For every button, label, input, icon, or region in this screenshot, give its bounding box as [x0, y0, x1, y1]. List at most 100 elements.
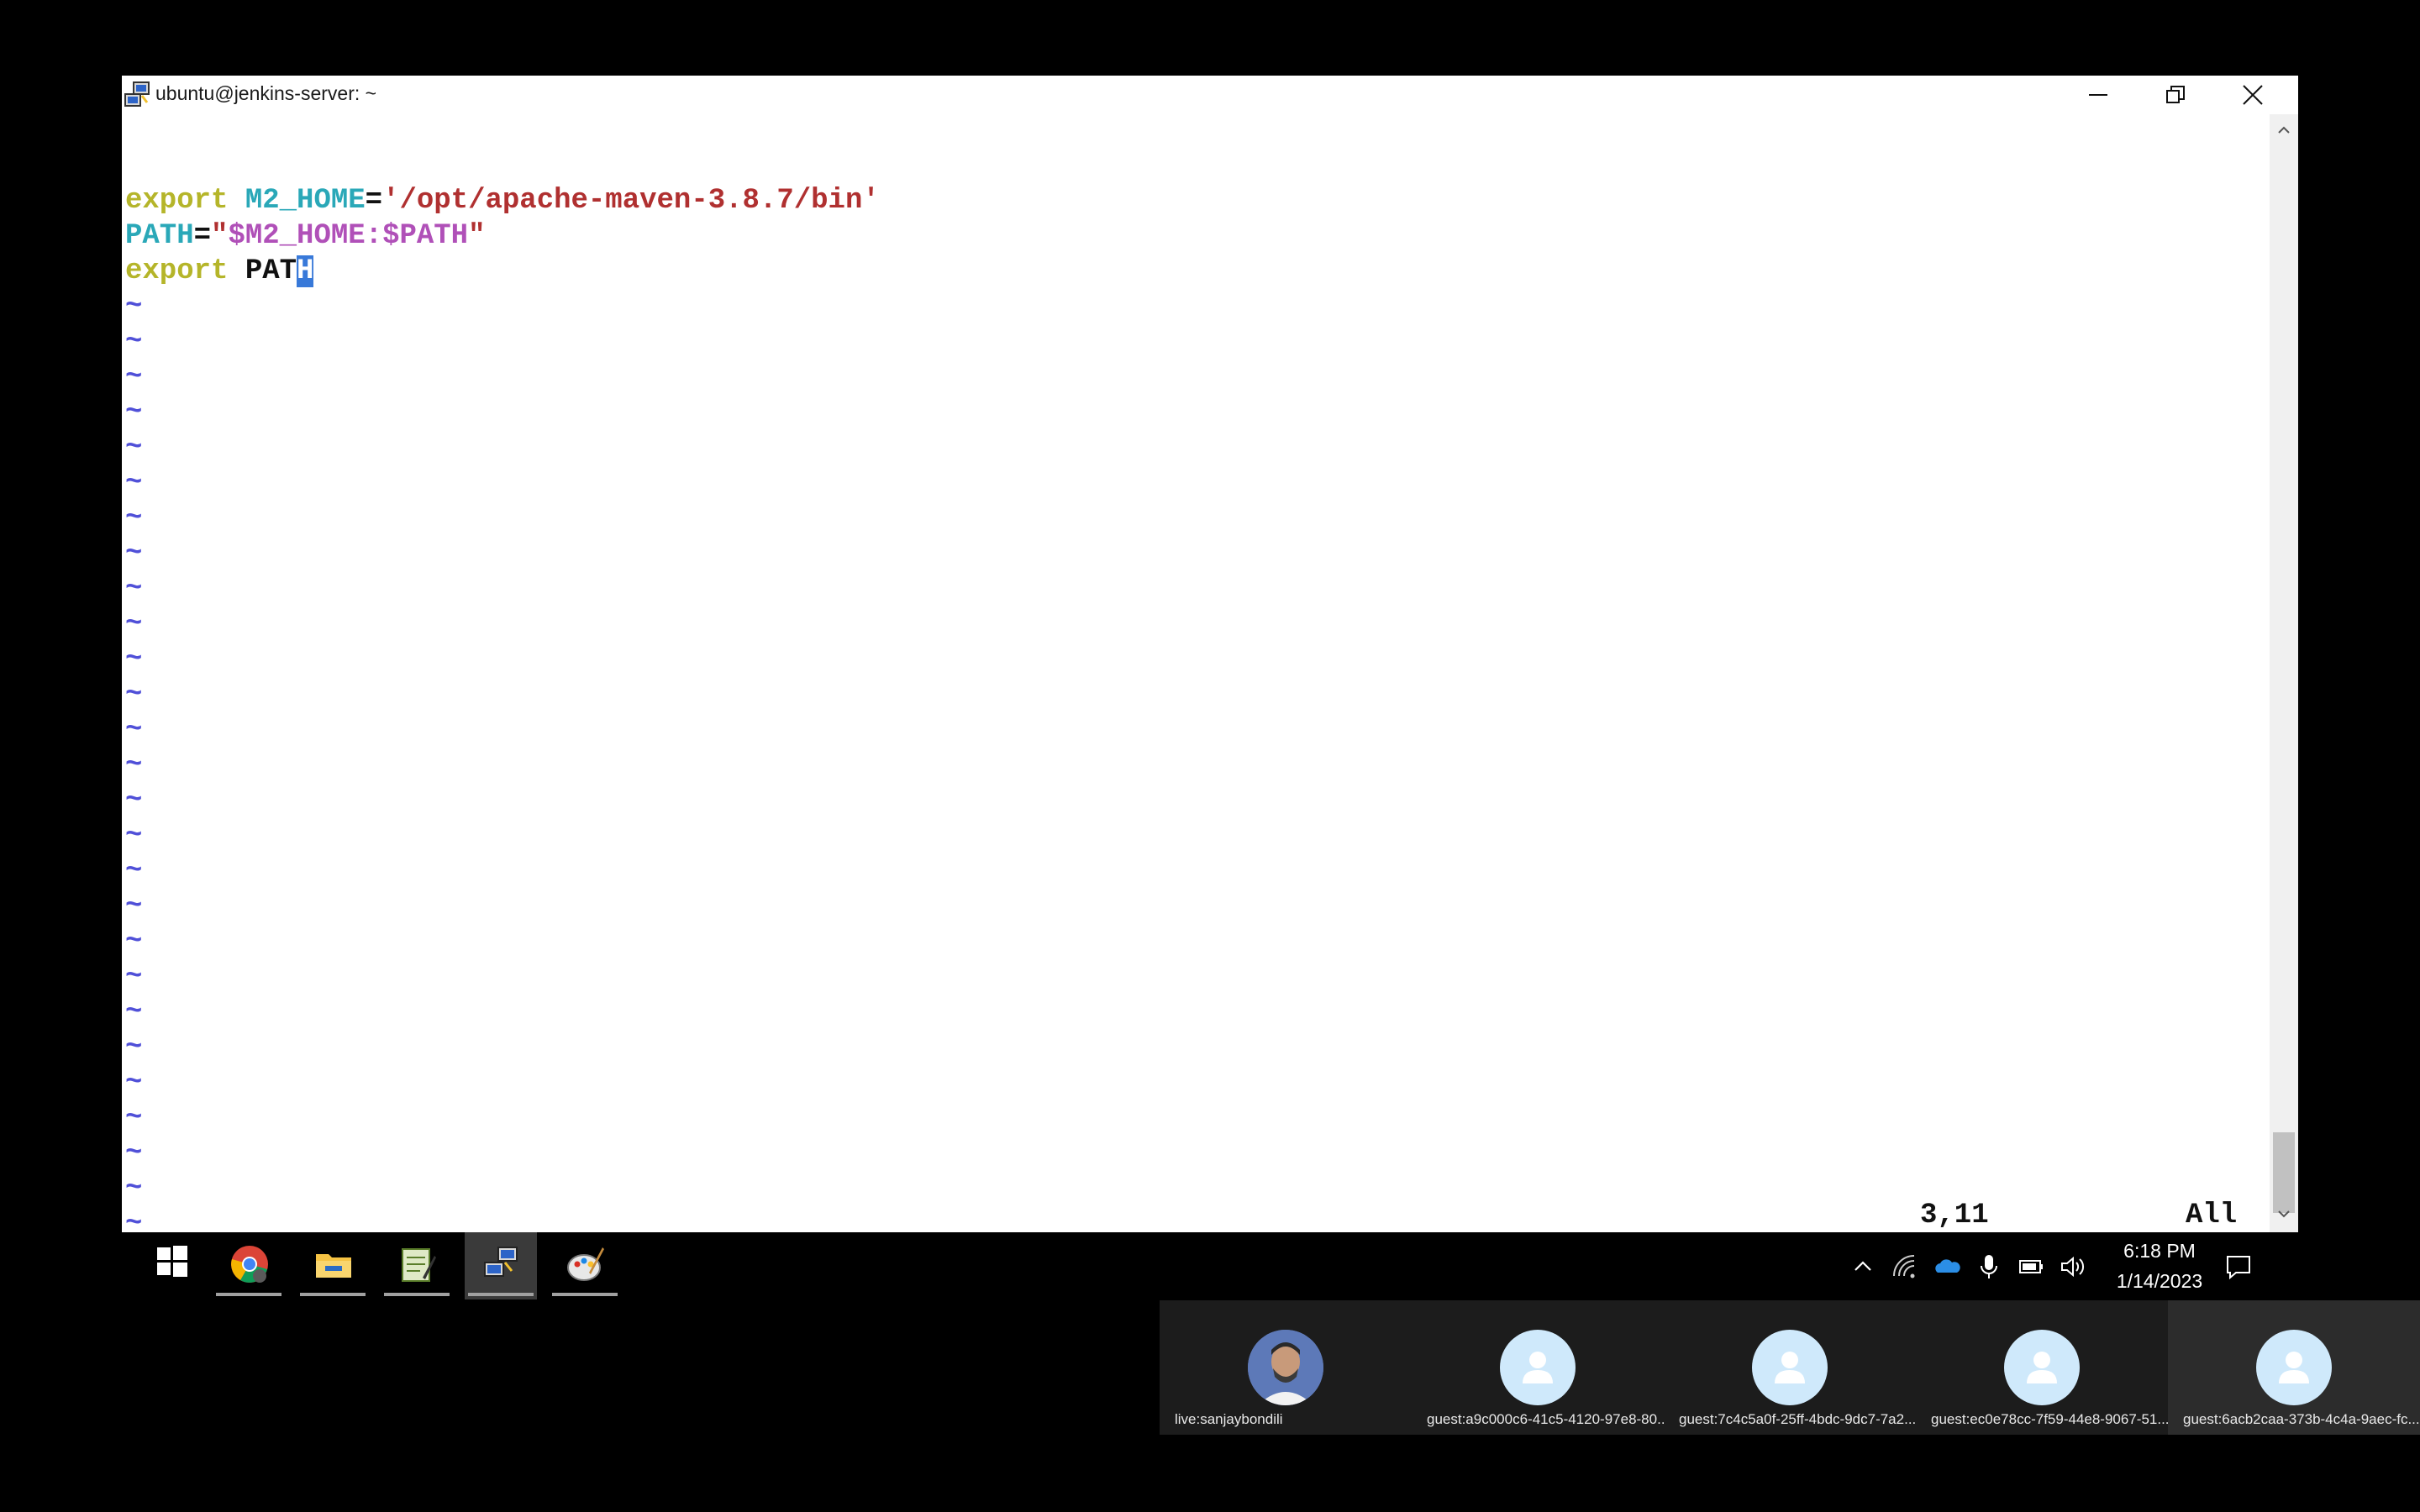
notification-center-icon[interactable] [2224, 1252, 2253, 1281]
windows-start-icon [157, 1246, 187, 1277]
keyword-export: export [125, 255, 229, 287]
quote-open: " [211, 220, 229, 252]
participant-name: guest:ec0e78cc-7f59-44e8-9067-51... [1931, 1411, 2168, 1427]
empty-line-tilde: ~ [125, 643, 143, 675]
scroll-indicator: All [2186, 1200, 2238, 1231]
empty-line-tilde: ~ [125, 855, 143, 887]
notepad-icon [402, 1248, 436, 1282]
scroll-up-icon[interactable] [2276, 123, 2291, 138]
close-button[interactable] [2214, 76, 2291, 114]
quote-close: " [468, 220, 486, 252]
scroll-down-icon[interactable] [2276, 1206, 2291, 1221]
volume-icon[interactable] [2059, 1252, 2087, 1281]
taskbar-chrome[interactable] [213, 1232, 285, 1299]
empty-line-tilde: ~ [125, 785, 143, 816]
minimize-icon [2089, 94, 2107, 96]
close-icon [2243, 85, 2263, 105]
editor-line-2: PATH="$M2_HOME:$PATH" [125, 218, 486, 254]
taskbar-notepad[interactable] [381, 1232, 453, 1299]
microphone-icon[interactable] [1975, 1252, 2003, 1281]
avatar [2256, 1330, 2332, 1405]
empty-line-tilde: ~ [125, 1137, 143, 1169]
user-icon [1523, 1352, 1553, 1383]
clock-date[interactable]: 1/14/2023 [2096, 1270, 2223, 1293]
empty-line-tilde: ~ [125, 291, 143, 323]
text-cursor: H [297, 255, 314, 287]
empty-line-tilde: ~ [125, 573, 143, 605]
empty-line-tilde: ~ [125, 538, 143, 570]
restore-icon [2166, 86, 2185, 103]
participant-tile[interactable]: guest:6acb2caa-373b-4c4a-9aec-fc... [2168, 1300, 2420, 1435]
path-value: $M2_HOME:$PATH [228, 220, 469, 252]
terminal-text-area[interactable]: export M2_HOME='/opt/apache-maven-3.8.7/… [122, 116, 2270, 1232]
empty-line-tilde: ~ [125, 467, 143, 499]
editor-line-1: export M2_HOME='/opt/apache-maven-3.8.7/… [125, 183, 880, 218]
start-button[interactable] [139, 1232, 211, 1299]
empty-line-tilde: ~ [125, 679, 143, 711]
chevron-up-icon[interactable] [1849, 1252, 1877, 1281]
participant-name: guest:6acb2caa-373b-4c4a-9aec-fc... [2183, 1411, 2420, 1427]
equals-sign: = [193, 220, 212, 252]
running-indicator [216, 1293, 281, 1296]
participant-tile[interactable]: guest:ec0e78cc-7f59-44e8-9067-51... [1916, 1300, 2168, 1435]
participant-name: guest:7c4c5a0f-25ff-4bdc-9dc7-7a2... [1679, 1411, 1916, 1427]
empty-line-tilde: ~ [125, 396, 143, 428]
empty-line-tilde: ~ [125, 326, 143, 358]
battery-icon[interactable] [2017, 1252, 2045, 1281]
participant-tile[interactable]: guest:a9c000c6-41c5-4120-97e8-80... [1412, 1300, 1664, 1435]
window-title: ubuntu@jenkins-server: ~ [155, 82, 377, 104]
avatar [1500, 1330, 1576, 1405]
variable-m2-home: M2_HOME [245, 185, 366, 217]
title-bar[interactable]: ubuntu@jenkins-server: ~ [122, 76, 2298, 114]
participants-strip: live:sanjaybondili guest:a9c000c6-41c5-4… [1160, 1300, 2420, 1435]
empty-line-tilde: ~ [125, 1067, 143, 1099]
equals-sign: = [365, 185, 383, 217]
vertical-scrollbar[interactable] [2270, 114, 2298, 1232]
taskbar-paint[interactable] [549, 1232, 621, 1299]
minimize-button[interactable] [2060, 76, 2137, 114]
empty-line-tilde: ~ [125, 361, 143, 393]
user-icon [2027, 1352, 2057, 1383]
scrollbar-thumb[interactable] [2273, 1132, 2295, 1213]
paint-icon [567, 1247, 604, 1281]
empty-line-tilde: ~ [125, 432, 143, 464]
empty-line-tilde: ~ [125, 749, 143, 781]
empty-line-tilde: ~ [125, 890, 143, 922]
putty-icon [124, 81, 150, 107]
wifi-icon[interactable] [1891, 1252, 1919, 1281]
participant-name: live:sanjaybondili [1175, 1411, 1283, 1427]
taskbar-remote-desktop[interactable] [465, 1232, 537, 1299]
running-indicator [468, 1293, 534, 1296]
empty-line-tilde: ~ [125, 1032, 143, 1063]
empty-line-tilde: ~ [125, 820, 143, 852]
restore-button[interactable] [2137, 76, 2214, 114]
empty-line-tilde: ~ [125, 1102, 143, 1134]
clock-time[interactable]: 6:18 PM [2105, 1240, 2214, 1263]
onedrive-icon[interactable] [1933, 1252, 1961, 1281]
empty-line-tilde: ~ [125, 1173, 143, 1205]
avatar [1752, 1330, 1828, 1405]
user-icon [2279, 1352, 2309, 1383]
empty-line-tilde: ~ [125, 1208, 143, 1232]
taskbar: 6:18 PM 1/14/2023 [122, 1232, 2298, 1299]
user-icon [1775, 1352, 1805, 1383]
participant-tile[interactable]: guest:7c4c5a0f-25ff-4bdc-9dc7-7a2... [1664, 1300, 1916, 1435]
empty-line-tilde: ~ [125, 714, 143, 746]
empty-line-tilde: ~ [125, 926, 143, 958]
empty-line-tilde: ~ [125, 996, 143, 1028]
keyword-export: export [125, 185, 229, 217]
running-indicator [384, 1293, 450, 1296]
string-value: '/opt/apache-maven-3.8.7/bin' [382, 185, 880, 217]
user-photo-icon [1248, 1330, 1323, 1405]
chrome-icon [231, 1246, 268, 1283]
taskbar-file-explorer[interactable] [297, 1232, 369, 1299]
empty-line-tilde: ~ [125, 502, 143, 534]
avatar [2004, 1330, 2080, 1405]
running-indicator [300, 1293, 366, 1296]
export-argument: PAT [245, 255, 297, 287]
cursor-position: 3,11 [1920, 1200, 1989, 1231]
participant-tile[interactable]: live:sanjaybondili [1160, 1300, 1412, 1435]
empty-line-tilde: ~ [125, 608, 143, 640]
participant-name: guest:a9c000c6-41c5-4120-97e8-80... [1427, 1411, 1664, 1427]
variable-path: PATH [125, 220, 194, 252]
